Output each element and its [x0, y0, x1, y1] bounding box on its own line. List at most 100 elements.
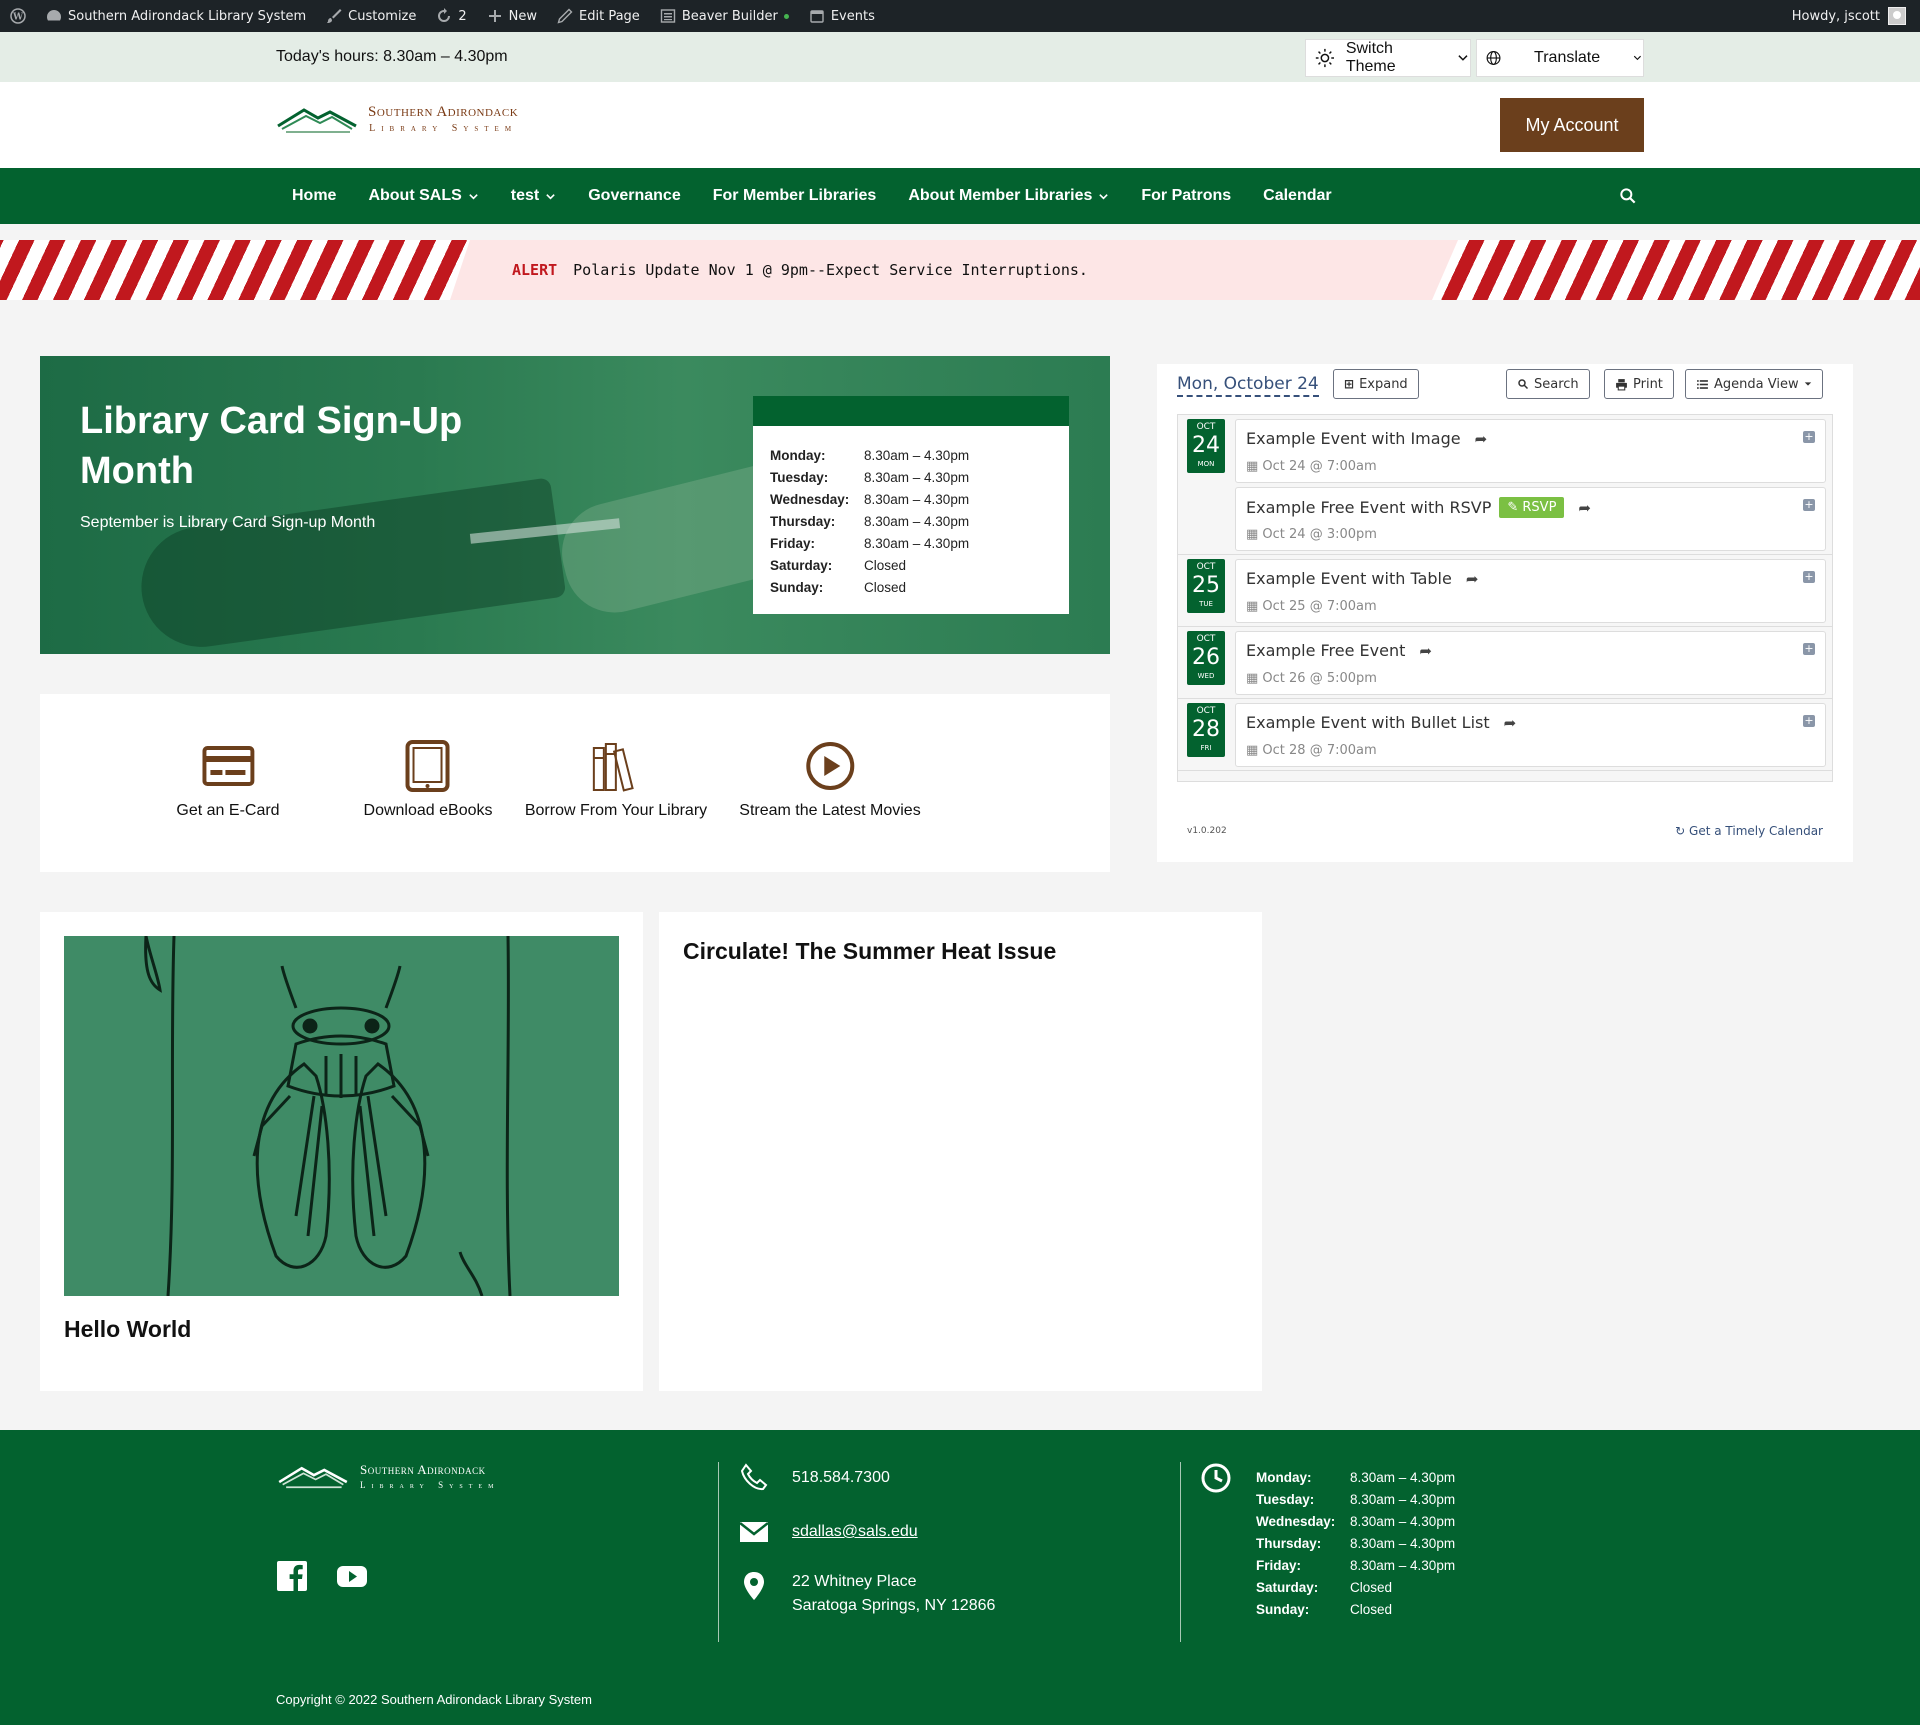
- hours-time: 8.30am – 4.30pm: [1350, 1469, 1456, 1485]
- site-logo[interactable]: Southern Adirondack Library System: [276, 104, 518, 134]
- hours-day: Saturday:: [770, 557, 833, 573]
- event-card[interactable]: Example Event with Image ➦ ▦ Oct 24 @ 7:00…: [1235, 419, 1826, 483]
- quick-link-ecard[interactable]: Get an E-Card: [176, 740, 280, 820]
- search-icon[interactable]: [1618, 186, 1638, 206]
- expand-button[interactable]: ⊞ Expand: [1333, 369, 1419, 399]
- nav-item-about-member-libraries[interactable]: About Member Libraries: [892, 168, 1125, 224]
- event-title[interactable]: Example Event with Image: [1246, 429, 1461, 448]
- event-card[interactable]: Example Free Event ➦ ▦ Oct 26 @ 5:00pm +: [1235, 631, 1826, 695]
- quick-link-borrow[interactable]: Borrow From Your Library: [525, 740, 707, 820]
- event-title[interactable]: Example Free Event with RSVP: [1246, 498, 1491, 517]
- post-card-circulate[interactable]: Circulate! The Summer Heat Issue: [659, 912, 1262, 1391]
- event-time: ▦ Oct 24 @ 7:00am: [1246, 459, 1377, 474]
- timely-calendar-link[interactable]: ↻ Get a Timely Calendar: [1675, 824, 1823, 838]
- nav-item-for-patrons[interactable]: For Patrons: [1125, 168, 1247, 224]
- admin-new-label: New: [508, 8, 538, 24]
- copyright: Copyright © 2022 Southern Adirondack Lib…: [276, 1692, 592, 1707]
- nav-item-for-member-libraries[interactable]: For Member Libraries: [697, 168, 893, 224]
- event-card[interactable]: Example Event with Table ➦ ▦ Oct 25 @ 7:00…: [1235, 559, 1826, 623]
- hours-time: 8.30am – 4.30pm: [864, 513, 970, 529]
- calendar-search-button[interactable]: Search: [1506, 369, 1590, 399]
- dashboard-icon: [47, 10, 61, 21]
- admin-edit-page-label: Edit Page: [579, 8, 640, 24]
- admin-new-link[interactable]: New: [477, 0, 547, 32]
- hours-time: Closed: [864, 579, 907, 595]
- hours-row: Saturday: Closed: [770, 554, 969, 576]
- nav-item-home[interactable]: Home: [276, 168, 352, 224]
- hours-time: 8.30am – 4.30pm: [1350, 1557, 1456, 1573]
- map-pin-icon: [744, 1572, 764, 1600]
- hero-banner[interactable]: Library Card Sign-Up Month September is …: [40, 356, 1110, 654]
- admin-updates-link[interactable]: 2: [426, 0, 476, 32]
- nav-item-test[interactable]: test: [495, 168, 572, 224]
- footer-email-link[interactable]: sdallas@sals.edu: [792, 1520, 918, 1544]
- share-icon[interactable]: ➦: [1419, 642, 1432, 660]
- event-title[interactable]: Example Free Event: [1246, 641, 1405, 660]
- translate-select[interactable]: Translate: [1476, 39, 1644, 77]
- hours-row: Saturday: Closed: [1256, 1576, 1455, 1598]
- post-title[interactable]: Hello World: [64, 1316, 191, 1343]
- quick-link-ebooks[interactable]: Download eBooks: [364, 740, 492, 820]
- expand-event-icon[interactable]: +: [1803, 571, 1815, 583]
- admin-account-menu[interactable]: Howdy, jscott: [1792, 0, 1906, 32]
- avatar: [1888, 7, 1906, 25]
- footer-logo[interactable]: Southern Adirondack Library System: [276, 1462, 499, 1490]
- date-badge[interactable]: OCT 26 WED: [1187, 631, 1225, 685]
- hours-row: Tuesday: 8.30am – 4.30pm: [770, 466, 969, 488]
- admin-site-name: Southern Adirondack Library System: [68, 8, 307, 24]
- share-icon[interactable]: ➦: [1578, 499, 1591, 517]
- admin-events-link[interactable]: Events: [799, 0, 885, 32]
- expand-event-icon[interactable]: +: [1803, 499, 1815, 511]
- admin-site-link[interactable]: Southern Adirondack Library System: [36, 0, 316, 32]
- ticket-icon: ✎: [1507, 500, 1523, 515]
- wordpress-logo-icon[interactable]: W: [0, 0, 36, 32]
- nav-item-about-sals[interactable]: About SALS: [352, 168, 494, 224]
- hours-day: Sunday:: [1256, 1601, 1310, 1617]
- quick-link-stream[interactable]: Stream the Latest Movies: [739, 740, 921, 820]
- event-card[interactable]: Example Free Event with RSVP ✎ RSVP ➦ ▦ Oct…: [1235, 487, 1826, 551]
- switch-theme-button[interactable]: Switch Theme: [1305, 39, 1471, 77]
- share-icon[interactable]: ➦: [1466, 570, 1479, 588]
- calendar-date-picker[interactable]: Mon, October 24: [1177, 374, 1319, 397]
- share-icon[interactable]: ➦: [1475, 430, 1488, 448]
- expand-event-icon[interactable]: +: [1803, 715, 1815, 727]
- rsvp-button[interactable]: ✎ RSVP: [1499, 497, 1565, 518]
- post-card-hello-world[interactable]: Hello World: [40, 912, 643, 1391]
- event-time-value: Oct 24 @ 7:00am: [1262, 459, 1377, 474]
- admin-customize-link[interactable]: Customize: [316, 0, 426, 32]
- youtube-icon[interactable]: [336, 1560, 368, 1592]
- date-badge[interactable]: OCT 25 TUE: [1187, 559, 1225, 613]
- hero-title: Library Card Sign-Up Month: [80, 400, 463, 492]
- day-group: OCT 28 FRI Example Event with Bullet List ➦ ▦…: [1178, 699, 1832, 771]
- my-account-button[interactable]: My Account: [1500, 98, 1644, 152]
- agenda-view-dropdown[interactable]: Agenda View: [1685, 369, 1823, 399]
- translate-label: Translate: [1534, 49, 1601, 66]
- admin-edit-page-link[interactable]: Edit Page: [547, 0, 650, 32]
- date-badge[interactable]: OCT 28 FRI: [1187, 703, 1225, 757]
- post-title[interactable]: Circulate! The Summer Heat Issue: [683, 938, 1056, 965]
- print-button[interactable]: Print: [1604, 369, 1674, 399]
- footer-hours-table: Monday: 8.30am – 4.30pm Tuesday: 8.30am – 4…: [1256, 1466, 1455, 1620]
- logo-line1: Southern Adirondack: [368, 104, 519, 120]
- expand-label: Expand: [1359, 376, 1408, 392]
- address-line1: 22 Whitney Place: [792, 1573, 917, 1590]
- hours-day: Wednesday:: [1256, 1513, 1336, 1529]
- event-card[interactable]: Example Event with Bullet List ➦ ▦ Oct 28 …: [1235, 703, 1826, 767]
- admin-beaver-builder-link[interactable]: Beaver Builder: [650, 0, 799, 32]
- date-badge[interactable]: OCT 24 MON: [1187, 419, 1225, 473]
- date-badge-day: 25: [1192, 573, 1220, 598]
- date-badge-day: 28: [1192, 717, 1220, 742]
- facebook-icon[interactable]: [276, 1560, 308, 1592]
- expand-event-icon[interactable]: +: [1803, 643, 1815, 655]
- nav-item-governance[interactable]: Governance: [572, 168, 696, 224]
- footer-phone[interactable]: 518.584.7300: [792, 1466, 890, 1490]
- expand-event-icon[interactable]: +: [1803, 431, 1815, 443]
- calendar-version: v1.0.202: [1187, 826, 1227, 836]
- event-title[interactable]: Example Event with Bullet List: [1246, 713, 1490, 732]
- hours-day: Sunday:: [770, 579, 824, 595]
- footer-logo-line1: Southern Adirondack: [360, 1462, 486, 1477]
- hours-day: Wednesday:: [770, 491, 850, 507]
- nav-item-calendar[interactable]: Calendar: [1247, 168, 1347, 224]
- event-title[interactable]: Example Event with Table: [1246, 569, 1452, 588]
- share-icon[interactable]: ➦: [1504, 714, 1517, 732]
